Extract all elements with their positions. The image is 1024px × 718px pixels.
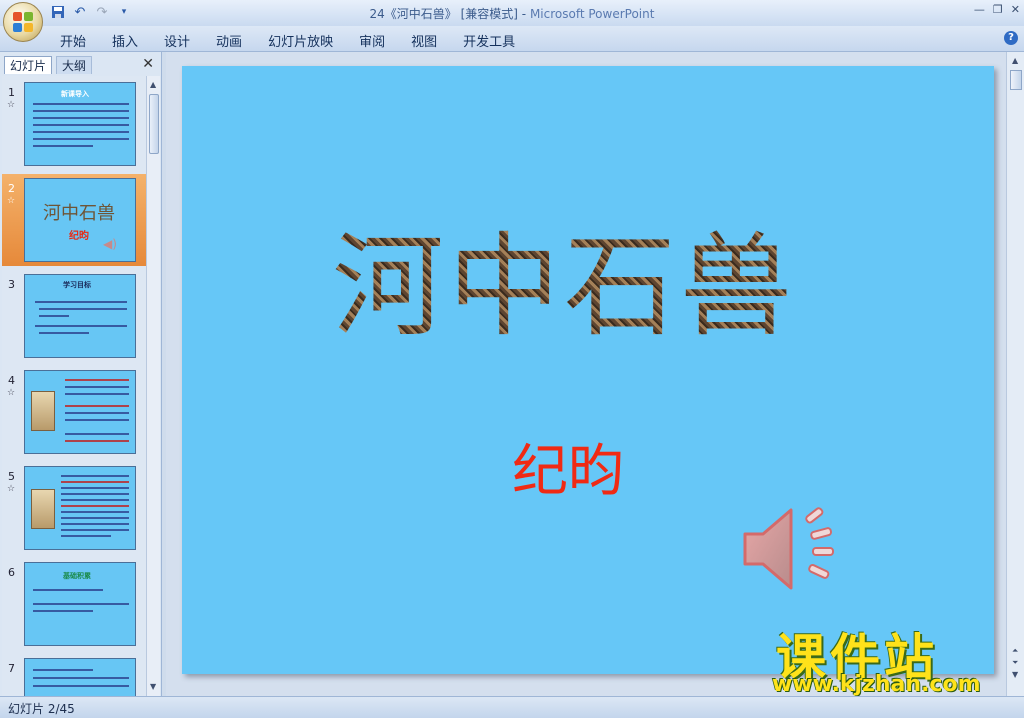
window-controls: — ❐ ✕ — [974, 3, 1020, 16]
scroll-down-icon[interactable]: ▼ — [150, 682, 156, 691]
ribbon-tabs-bar: 开始 插入 设计 动画 幻灯片放映 审阅 视图 开发工具 ? — [0, 26, 1024, 52]
slide-thumbnail[interactable]: 新课导入 — [24, 82, 136, 166]
scroll-up-icon[interactable]: ▲ — [1012, 56, 1018, 65]
tab-review[interactable]: 审阅 — [359, 31, 399, 50]
slide-thumbnail[interactable] — [24, 658, 136, 696]
slide-scrollbar[interactable]: ▲ ⏶ ⏷ ▼ — [1006, 52, 1024, 696]
slide-thumbnail[interactable]: 学习目标 — [24, 274, 136, 358]
restore-icon[interactable]: ❐ — [993, 3, 1003, 16]
speaker-icon: ◀) — [103, 237, 117, 251]
animation-star-icon: ☆ — [7, 484, 16, 494]
thumbnail-list: 1 ☆ 新课导入 2 ☆ 河中石兽 纪昀 ◀) 3 学习目标 4 ☆ 5 ☆ 6… — [2, 76, 146, 696]
slide-editor: 河中石兽 纪昀 — [166, 52, 1006, 696]
previous-slide-icon[interactable]: ⏶ — [1012, 646, 1018, 656]
scroll-down-icon[interactable]: ▼ — [1012, 670, 1018, 679]
panel-tabs: 幻灯片 大纲 ✕ — [2, 54, 160, 74]
tab-insert[interactable]: 插入 — [112, 31, 152, 50]
tab-outline[interactable]: 大纲 — [56, 56, 93, 74]
thumb-title: 河中石兽 — [43, 203, 115, 224]
tab-home[interactable]: 开始 — [60, 31, 100, 50]
scrollbar-thumb[interactable] — [149, 94, 159, 154]
document-title: 24《河中石兽》 [兼容模式] - — [369, 7, 530, 21]
slide-thumb-row[interactable]: 1 ☆ 新课导入 — [2, 78, 146, 170]
thumb-subtitle: 纪昀 — [69, 231, 89, 242]
tab-design[interactable]: 设计 — [164, 31, 204, 50]
title-bar: ↶ ↷ ▾ 24《河中石兽》 [兼容模式] - Microsoft PowerP… — [0, 0, 1024, 26]
office-button[interactable] — [3, 2, 43, 42]
close-icon[interactable]: ✕ — [142, 56, 154, 72]
slide-thumb-row[interactable]: 3 学习目标 — [2, 270, 146, 362]
app-name: Microsoft PowerPoint — [529, 7, 655, 21]
slide-number: 1 — [8, 86, 15, 99]
watermark-url: www.kjzhan.com — [772, 672, 981, 697]
slide-thumbnail[interactable] — [24, 466, 136, 550]
office-logo-icon — [13, 12, 33, 32]
slide-number: 2 — [8, 182, 15, 195]
slide-number: 5 — [8, 470, 15, 483]
tab-slideshow[interactable]: 幻灯片放映 — [268, 31, 347, 50]
tab-animations[interactable]: 动画 — [216, 31, 256, 50]
next-slide-icon[interactable]: ⏷ — [1012, 658, 1018, 668]
slides-panel: 幻灯片 大纲 ✕ 1 ☆ 新课导入 2 ☆ 河中石兽 纪昀 ◀) 3 学习目标 … — [0, 52, 162, 696]
tab-developer[interactable]: 开发工具 — [463, 31, 529, 50]
slide-title[interactable]: 河中石兽 — [332, 196, 796, 358]
slide-thumb-row[interactable]: 2 ☆ 河中石兽 纪昀 ◀) — [2, 174, 146, 266]
slide-number: 6 — [8, 566, 15, 579]
close-icon[interactable]: ✕ — [1011, 3, 1020, 16]
slide-counter: 幻灯片 2/45 — [8, 702, 75, 716]
thumb-picture — [31, 489, 55, 529]
scrollbar-thumb[interactable] — [1010, 70, 1022, 90]
animation-star-icon: ☆ — [7, 196, 16, 206]
slide-thumb-row[interactable]: 4 ☆ — [2, 366, 146, 458]
slide-number: 7 — [8, 662, 15, 675]
status-bar: 幻灯片 2/45 — [0, 696, 1024, 718]
slide-number: 3 — [8, 278, 15, 291]
minimize-icon[interactable]: — — [974, 3, 985, 16]
thumb-title: 学习目标 — [63, 281, 91, 289]
slide-thumb-row[interactable]: 6 基础积累 — [2, 558, 146, 650]
window-title: 24《河中石兽》 [兼容模式] - Microsoft PowerPoint — [0, 5, 1024, 22]
scroll-up-icon[interactable]: ▲ — [150, 80, 156, 89]
ribbon-tabs: 开始 插入 设计 动画 幻灯片放映 审阅 视图 开发工具 — [60, 31, 541, 50]
slide-thumbnail[interactable]: 基础积累 — [24, 562, 136, 646]
current-slide[interactable]: 河中石兽 纪昀 — [182, 66, 994, 674]
slide-thumb-row[interactable]: 5 ☆ — [2, 462, 146, 554]
slide-thumbnail[interactable]: 河中石兽 纪昀 ◀) — [24, 178, 136, 262]
tab-view[interactable]: 视图 — [411, 31, 451, 50]
speaker-icon[interactable] — [737, 494, 847, 604]
slide-number: 4 — [8, 374, 15, 387]
thumb-title: 基础积累 — [63, 572, 91, 580]
thumb-picture — [31, 391, 55, 431]
thumbnail-scrollbar[interactable]: ▲ ▼ — [146, 76, 160, 696]
slide-thumb-row[interactable]: 7 — [2, 654, 146, 696]
animation-star-icon: ☆ — [7, 100, 16, 110]
animation-star-icon: ☆ — [7, 388, 16, 398]
slide-subtitle[interactable]: 纪昀 — [512, 426, 624, 507]
help-icon[interactable]: ? — [1004, 31, 1018, 45]
slide-thumbnail[interactable] — [24, 370, 136, 454]
tab-slides[interactable]: 幻灯片 — [4, 56, 53, 74]
thumb-title: 新课导入 — [61, 90, 89, 98]
